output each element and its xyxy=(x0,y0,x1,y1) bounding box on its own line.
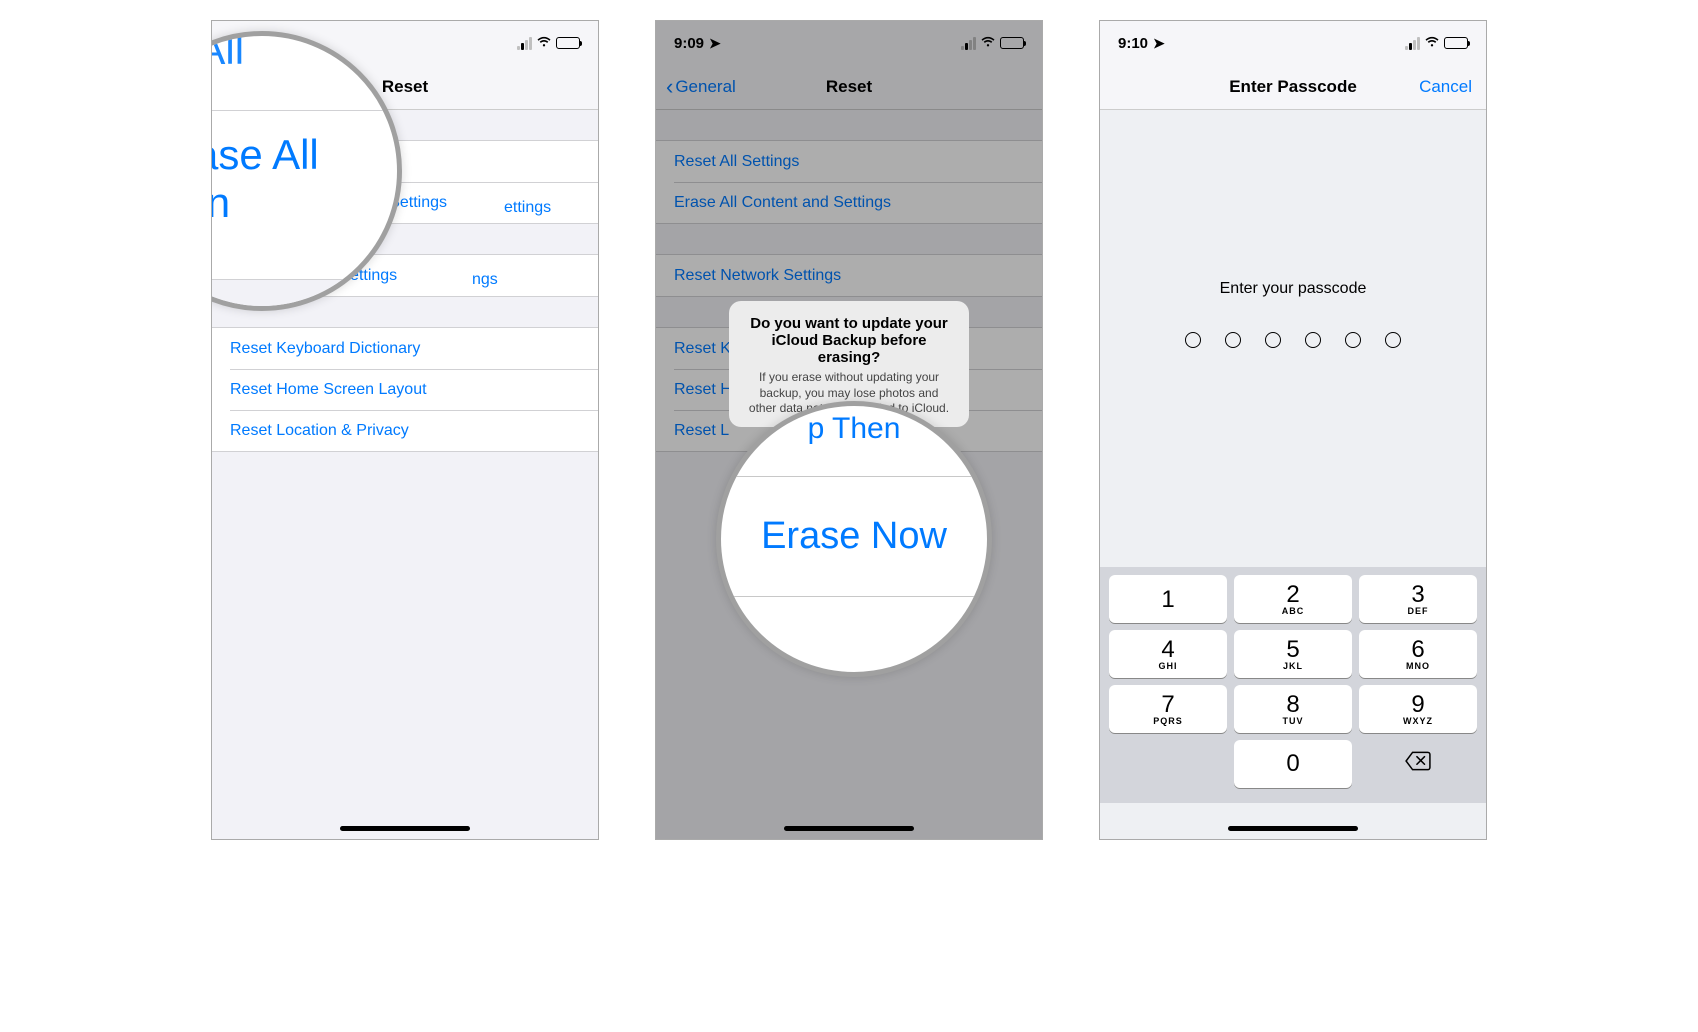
magnifier-loupe: p Then Erase Now xyxy=(716,401,992,677)
backspace-icon xyxy=(1405,751,1431,777)
battery-icon xyxy=(556,37,580,49)
wifi-icon xyxy=(1424,35,1440,51)
home-indicator[interactable] xyxy=(340,826,470,831)
wifi-icon xyxy=(536,35,552,51)
keypad-6[interactable]: 6MNO xyxy=(1359,630,1477,678)
keypad-4[interactable]: 4GHI xyxy=(1109,630,1227,678)
location-arrow-icon: ➤ xyxy=(1153,35,1165,52)
battery-icon xyxy=(1444,37,1468,49)
signal-icon xyxy=(517,37,532,50)
loupe-highlight-erase-all[interactable]: Erase All Con xyxy=(211,111,397,247)
keypad-9[interactable]: 9WXYZ xyxy=(1359,685,1477,733)
cancel-button[interactable]: Cancel xyxy=(1419,77,1472,97)
phone-screenshot-2: 9:09 ➤ ‹General Reset Reset All Settings… xyxy=(655,20,1043,840)
signal-icon xyxy=(1405,37,1420,50)
passcode-dots xyxy=(1100,332,1486,348)
status-bar: 9:10 ➤ xyxy=(1100,21,1486,65)
keypad-3[interactable]: 3DEF xyxy=(1359,575,1477,623)
reset-home-screen-row[interactable]: Reset Home Screen Layout xyxy=(212,369,598,410)
passcode-dot xyxy=(1345,332,1361,348)
nav-header: Enter Passcode Cancel xyxy=(1100,65,1486,110)
keypad-blank xyxy=(1109,740,1227,788)
passcode-dot xyxy=(1305,332,1321,348)
passcode-prompt: Enter your passcode xyxy=(1100,280,1486,298)
numeric-keypad: 1 2ABC 3DEF 4GHI 5JKL 6MNO 7PQRS 8TUV 9W… xyxy=(1100,567,1486,803)
keypad-2[interactable]: 2ABC xyxy=(1234,575,1352,623)
loupe-partial-top: et All xyxy=(211,31,397,74)
status-time: 9:10 xyxy=(1118,35,1148,52)
partial-text-ngs: ngs xyxy=(472,271,498,289)
phone-screenshot-3: 9:10 ➤ Enter Passcode Cancel Enter your … xyxy=(1099,20,1487,840)
passcode-dot xyxy=(1225,332,1241,348)
keypad-1[interactable]: 1 xyxy=(1109,575,1227,623)
keypad-0[interactable]: 0 xyxy=(1234,740,1352,788)
nav-title: Enter Passcode xyxy=(1229,77,1357,97)
keypad-5[interactable]: 5JKL xyxy=(1234,630,1352,678)
passcode-dot xyxy=(1265,332,1281,348)
keypad-7[interactable]: 7PQRS xyxy=(1109,685,1227,733)
phone-screenshot-1: 9:09 ➤ Reset Reset All Settings Erase Al… xyxy=(211,20,599,840)
reset-keyboard-row[interactable]: Reset Keyboard Dictionary xyxy=(212,328,598,369)
passcode-dot xyxy=(1385,332,1401,348)
keypad-delete[interactable] xyxy=(1359,740,1477,788)
list-group-3: Reset Keyboard Dictionary Reset Home Scr… xyxy=(212,327,598,452)
home-indicator[interactable] xyxy=(784,826,914,831)
home-indicator[interactable] xyxy=(1228,826,1358,831)
passcode-dot xyxy=(1185,332,1201,348)
erase-now-button[interactable]: Erase Now xyxy=(721,477,987,596)
reset-location-privacy-row[interactable]: Reset Location & Privacy xyxy=(212,410,598,451)
loupe-bottom-partial xyxy=(721,597,987,627)
magnifier-loupe: et All Erase All Con xyxy=(211,31,402,311)
keypad-8[interactable]: 8TUV xyxy=(1234,685,1352,733)
partial-text-ettings: ettings xyxy=(504,199,551,217)
passcode-area: Enter your passcode xyxy=(1100,280,1486,348)
dialog-title: Do you want to update your iCloud Backup… xyxy=(729,315,969,366)
